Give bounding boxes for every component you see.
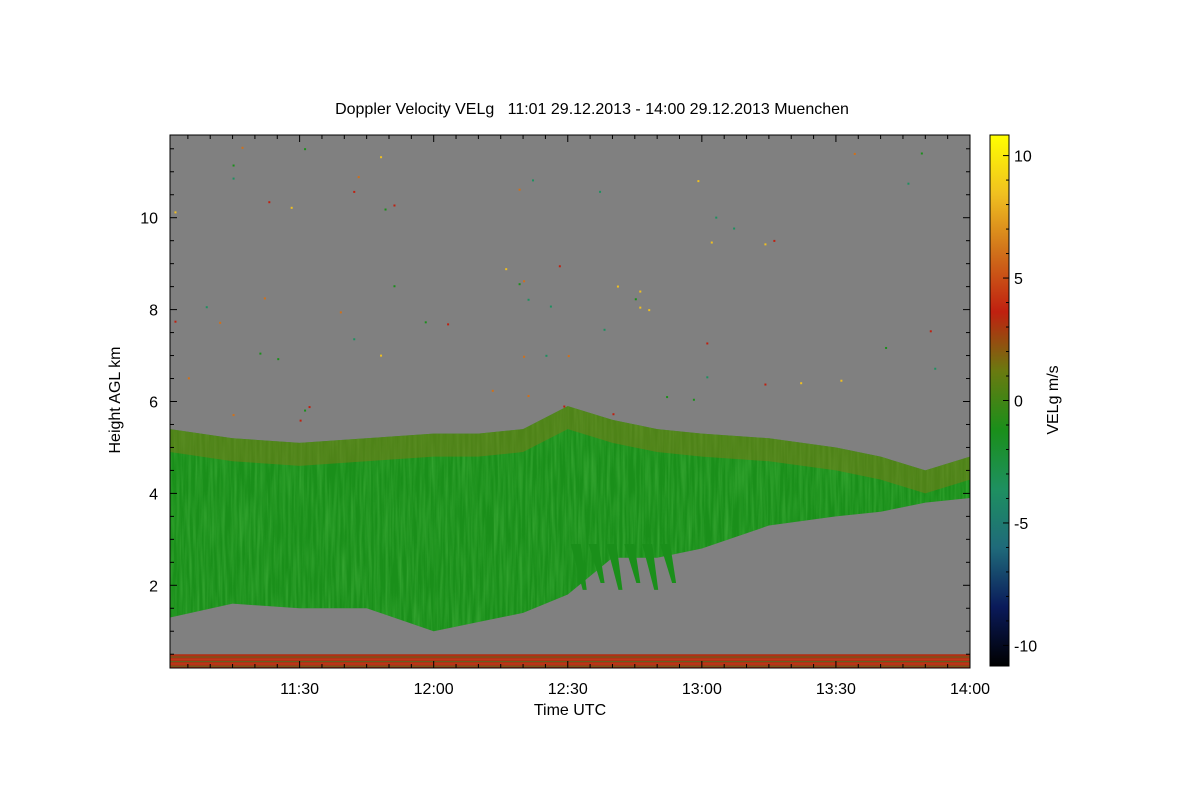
noise-pixel (174, 320, 177, 323)
x-axis-label: Time UTC (534, 702, 606, 719)
noise-pixel (929, 330, 932, 333)
surface-clutter-line (170, 665, 970, 667)
noise-pixel (706, 376, 709, 379)
y-tick-label: 4 (149, 486, 158, 503)
noise-pixel (518, 188, 521, 191)
surface-clutter-line (170, 658, 970, 660)
noise-pixel (308, 406, 311, 409)
noise-pixel (692, 398, 695, 401)
noise-pixel (505, 268, 508, 271)
noise-pixel (523, 355, 526, 358)
noise-pixel (648, 309, 651, 312)
noise-pixel (634, 298, 637, 301)
noise-pixel (885, 346, 888, 349)
x-tick-label: 13:00 (682, 681, 722, 698)
surface-clutter-line (170, 656, 970, 658)
noise-pixel (241, 146, 244, 149)
noise-pixel (174, 211, 177, 214)
noise-pixel (263, 297, 266, 300)
noise-pixel (567, 355, 570, 358)
x-tick-label: 12:30 (548, 681, 588, 698)
noise-pixel (299, 419, 302, 422)
x-tick-label: 11:30 (280, 681, 319, 698)
noise-pixel (840, 379, 843, 382)
surface-clutter-line (170, 663, 970, 665)
colorbar-tick-label: 5 (1014, 271, 1023, 288)
noise-pixel (612, 413, 615, 416)
noise-pixel (920, 152, 923, 155)
noise-pixel (549, 305, 552, 308)
noise-pixel (353, 190, 356, 193)
colorbar-tick-label: 0 (1014, 394, 1023, 411)
noise-pixel (232, 164, 235, 167)
noise-pixel (599, 190, 602, 193)
noise-pixel (527, 298, 530, 301)
noise-pixel (447, 323, 450, 326)
noise-pixel (518, 283, 521, 286)
y-tick-label: 10 (140, 211, 158, 228)
colorbar-tick-label: -5 (1014, 516, 1028, 533)
noise-pixel (666, 396, 669, 399)
colorbar-tick-label: -10 (1014, 638, 1037, 655)
noise-pixel (545, 354, 548, 357)
y-axis-label: Height AGL km (107, 346, 124, 453)
noise-pixel (773, 239, 776, 242)
colorbar-tick-label: 10 (1014, 149, 1032, 166)
noise-pixel (853, 152, 856, 155)
noise-pixel (384, 208, 387, 211)
noise-pixel (304, 409, 307, 412)
y-tick-label: 2 (149, 578, 158, 595)
doppler-velocity-chart: Doppler Velocity VELg 11:01 29.12.2013 -… (107, 101, 1062, 719)
noise-pixel (706, 342, 709, 345)
noise-pixel (934, 367, 937, 370)
noise-pixel (563, 405, 566, 408)
x-tick-label: 12:00 (414, 681, 454, 698)
noise-pixel (353, 338, 356, 341)
noise-pixel (304, 148, 307, 151)
surface-clutter-line (170, 661, 970, 663)
noise-pixel (733, 227, 736, 230)
noise-pixel (393, 285, 396, 288)
noise-pixel (764, 383, 767, 386)
noise-pixel (523, 280, 526, 283)
x-tick-label: 13:30 (816, 681, 856, 698)
noise-pixel (491, 389, 494, 392)
noise-pixel (339, 311, 342, 314)
noise-pixel (232, 177, 235, 180)
noise-pixel (277, 358, 280, 361)
noise-pixel (424, 321, 427, 324)
noise-pixel (268, 201, 271, 204)
noise-pixel (639, 306, 642, 309)
noise-pixel (800, 382, 803, 385)
noise-pixel (558, 265, 561, 268)
chart-title: Doppler Velocity VELg 11:01 29.12.2013 -… (335, 101, 849, 118)
noise-pixel (532, 179, 535, 182)
noise-pixel (616, 285, 619, 288)
y-tick-label: 6 (149, 395, 158, 412)
noise-pixel (205, 306, 208, 309)
noise-pixel (715, 216, 718, 219)
x-tick-label: 14:00 (950, 681, 990, 698)
noise-pixel (527, 395, 530, 398)
plot-area (170, 135, 970, 668)
noise-pixel (232, 414, 235, 417)
y-tick-label: 8 (149, 303, 158, 320)
noise-pixel (907, 182, 910, 185)
noise-pixel (603, 328, 606, 331)
noise-pixel (290, 206, 293, 209)
noise-pixel (697, 180, 700, 183)
colorbar-label: VELg m/s (1045, 365, 1062, 434)
noise-pixel (380, 354, 383, 357)
noise-pixel (259, 352, 262, 355)
noise-pixel (393, 204, 396, 207)
noise-pixel (380, 156, 383, 159)
noise-pixel (219, 321, 222, 324)
noise-pixel (639, 290, 642, 293)
noise-pixel (710, 241, 713, 244)
noise-pixel (187, 377, 190, 380)
noise-pixel (764, 243, 767, 246)
noise-pixel (357, 176, 360, 179)
